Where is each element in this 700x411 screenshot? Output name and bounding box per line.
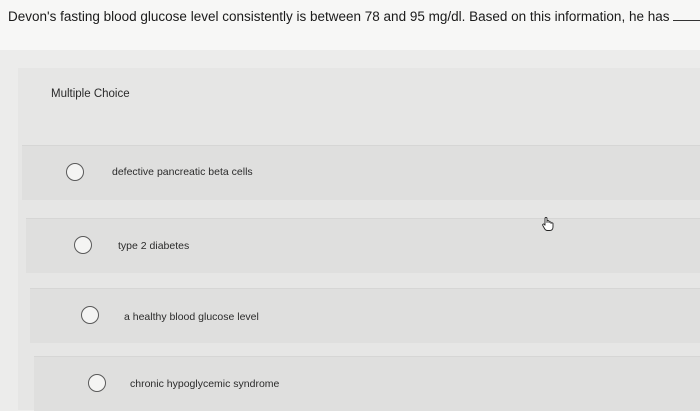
option-label-4[interactable]: chronic hypoglycemic syndrome: [130, 378, 279, 390]
multiple-choice-label: Multiple Choice: [51, 88, 130, 100]
option-label-3[interactable]: a healthy blood glucose level: [124, 311, 259, 323]
question-text: Devon's fasting blood glucose level cons…: [8, 9, 700, 24]
radio-option-2[interactable]: [74, 236, 92, 254]
radio-option-4[interactable]: [88, 374, 106, 392]
answer-blank: [673, 20, 700, 21]
hand-pointer-icon: [540, 216, 556, 232]
option-label-2[interactable]: type 2 diabetes: [118, 240, 189, 252]
radio-option-3[interactable]: [81, 306, 99, 324]
radio-option-1[interactable]: [66, 163, 84, 181]
option-label-1[interactable]: defective pancreatic beta cells: [112, 166, 253, 178]
question-bar: Devon's fasting blood glucose level cons…: [0, 0, 700, 50]
question-prompt: Devon's fasting blood glucose level cons…: [8, 9, 670, 24]
